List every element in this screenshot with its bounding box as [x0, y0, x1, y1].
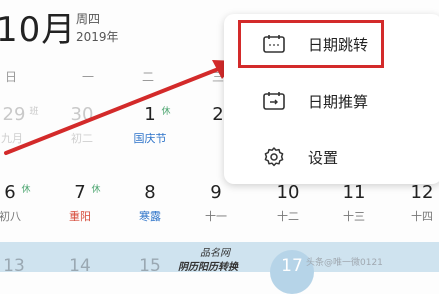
menu-item-date-calc[interactable]: 日期推算: [224, 78, 439, 124]
menu-item-settings[interactable]: 设置: [224, 134, 439, 180]
gear-icon: [260, 146, 288, 168]
menu-item-label: 日期推算: [308, 92, 369, 111]
menu-item-label: 设置: [308, 148, 339, 167]
highlight-box: [238, 20, 384, 68]
watermark-title: 阴历阳历转换: [178, 262, 238, 273]
calendar-calc-icon: [260, 90, 288, 112]
watermark-site: 品名网: [200, 248, 230, 259]
watermark-credit: 头条@唯一微0121: [306, 258, 383, 268]
